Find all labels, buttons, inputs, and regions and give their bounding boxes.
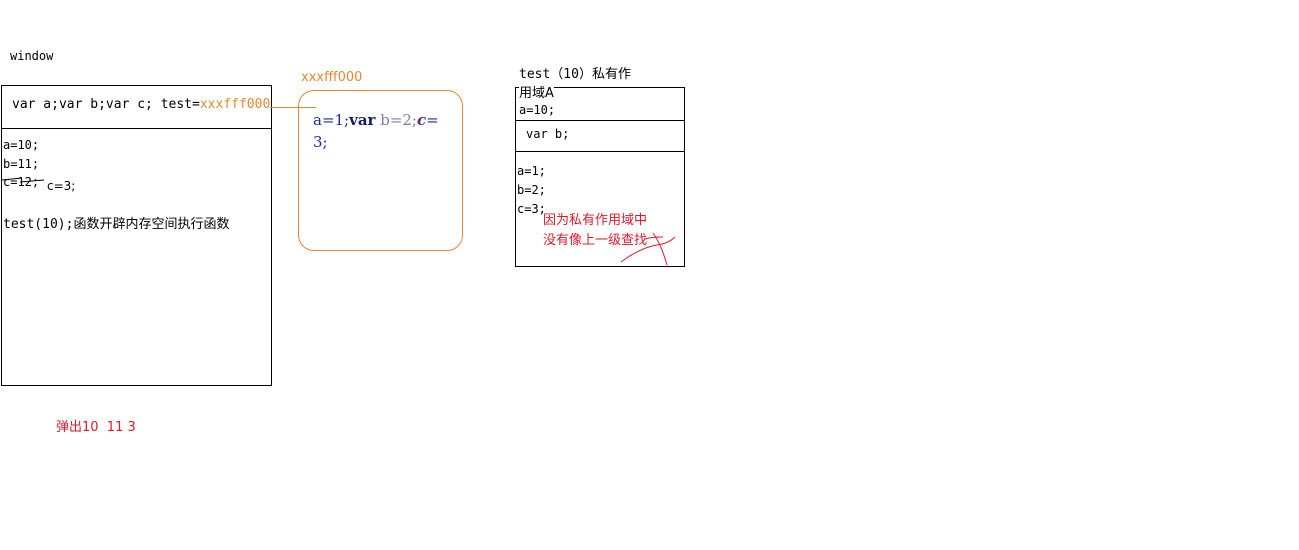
code-a: a=1; (313, 111, 350, 129)
output-note: 弹出10 11 3 (56, 420, 136, 435)
window-declaration: var a;var b;var c; test=xxxfff000 (12, 97, 270, 112)
window-panel (1, 85, 272, 386)
scope-assign-c: c=3; (517, 202, 546, 216)
scope-title-line2: 用域A (519, 82, 554, 101)
code-eq: = (426, 111, 439, 129)
assign-c-new: c=3; (47, 179, 76, 193)
code-b: b=2; (375, 111, 417, 129)
code-c: c (417, 111, 427, 129)
call-line: test(10);函数开辟内存空间执行函数 (3, 217, 230, 232)
heap-address: xxxfff000 (301, 70, 363, 85)
window-divider (1, 128, 272, 129)
declaration-text: var a;var b;var c; test= (12, 97, 200, 112)
strike-mark (1, 177, 45, 183)
heap-code: a=1;var b=2;c= 3; (313, 109, 453, 153)
window-label: window (10, 49, 54, 63)
scope-divider-2 (515, 151, 685, 152)
scope-assign-b: b=2; (517, 183, 546, 197)
code-three: 3; (313, 133, 328, 151)
assign-b: b=11; (3, 157, 40, 171)
scope-divider-1 (515, 120, 685, 121)
code-var-keyword: var (349, 111, 376, 129)
declaration-address: xxxfff000 (199, 97, 271, 112)
scope-title-line1: test（10）私有作 (519, 67, 631, 82)
assign-a: a=10; (3, 138, 40, 152)
scope-param: a=10; (519, 103, 556, 117)
scope-decl: var b; (526, 127, 570, 141)
scribble-mark (620, 232, 676, 266)
scope-assign-a: a=1; (517, 164, 546, 178)
